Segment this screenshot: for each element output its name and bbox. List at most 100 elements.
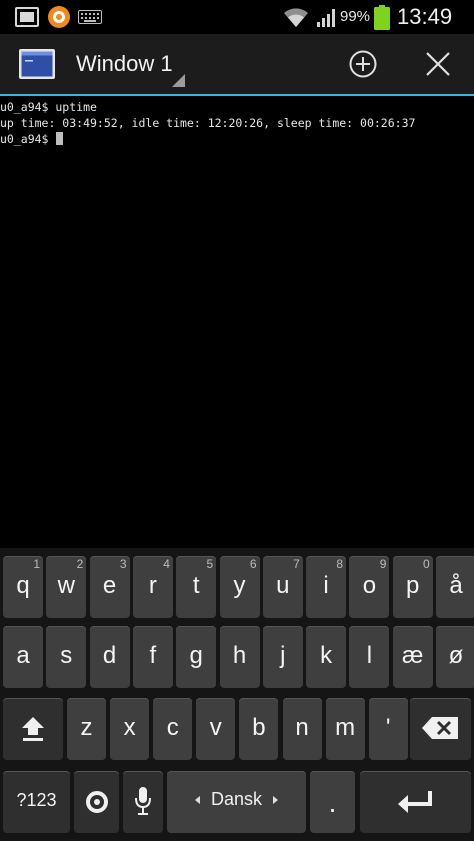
period-key-label: . [328, 787, 337, 818]
key-label: ' [385, 714, 391, 741]
battery-percent: 99% [340, 8, 371, 25]
terminal-line: up time: 03:49:52, idle time: 12:20:26, … [0, 116, 416, 130]
key-s[interactable]: s [46, 626, 87, 688]
key-label: z [80, 714, 93, 741]
key-j[interactable]: j [262, 626, 303, 688]
key-u[interactable]: u7 [262, 556, 303, 618]
terminal-prompt: u0_a94$ [0, 132, 56, 146]
key-b[interactable]: b [239, 698, 279, 760]
shift-icon [22, 717, 44, 741]
window-spinner[interactable]: Window 1 [8, 34, 193, 94]
key-label: q [16, 572, 30, 599]
settings-icon [86, 791, 108, 813]
key-label: v [209, 714, 222, 741]
status-bar-system: 99% 13:49 [0, 0, 474, 34]
key-label: j [280, 642, 286, 669]
key-label: u [276, 572, 290, 599]
key-l[interactable]: l [349, 626, 390, 688]
close-window-button[interactable] [408, 34, 468, 94]
key-label: å [449, 572, 463, 599]
key-q[interactable]: q1 [3, 556, 43, 618]
key-r[interactable]: r4 [132, 556, 173, 618]
key-x[interactable]: x [110, 698, 150, 760]
key-label: y [233, 572, 246, 599]
key-hint: 0 [423, 557, 430, 571]
key-label: p [406, 572, 420, 599]
key-label: w [57, 572, 75, 599]
settings-key[interactable] [74, 771, 119, 833]
key-label: e [102, 572, 117, 599]
key-z[interactable]: z [67, 698, 106, 760]
key-w[interactable]: w2 [46, 556, 87, 618]
key-label: ø [448, 642, 464, 669]
key-g[interactable]: g [176, 626, 217, 688]
wifi-icon [284, 8, 308, 27]
key-label: t [192, 572, 200, 599]
key-'[interactable]: ' [368, 698, 408, 760]
key-hint: 3 [119, 557, 127, 571]
clock: 13:49 [397, 4, 453, 29]
key-hint: 8 [336, 557, 344, 571]
microphone-icon [135, 787, 151, 815]
key-y[interactable]: y6 [219, 556, 260, 618]
key-label: x [123, 714, 136, 741]
key-label: i [323, 572, 329, 599]
key-label: b [252, 714, 266, 741]
add-window-button[interactable] [333, 34, 393, 94]
key-p[interactable]: p0 [392, 556, 433, 618]
key-æ[interactable]: æ [392, 626, 433, 688]
battery-icon [374, 5, 390, 30]
key-hint: 4 [163, 557, 170, 571]
key-label: r [148, 572, 157, 599]
soft-keyboard: ?123 Dansk . q1w2e3r4t5y6u7i8o9p0åasdfgh… [0, 548, 474, 841]
key-n[interactable]: n [282, 698, 322, 760]
key-label: s [60, 642, 73, 669]
key-o[interactable]: o9 [349, 556, 390, 618]
symbols-key-label: ?123 [16, 790, 57, 810]
key-t[interactable]: t5 [176, 556, 217, 618]
terminal-line: u0_a94$ uptime [0, 100, 97, 114]
add-window-icon [349, 50, 377, 78]
window-title: Window 1 [76, 51, 173, 76]
key-e[interactable]: e3 [89, 556, 130, 618]
key-label: o [362, 572, 377, 599]
backspace-icon [422, 717, 458, 739]
key-ø[interactable]: ø [436, 626, 474, 688]
key-c[interactable]: c [153, 698, 193, 760]
terminal-cursor [56, 132, 64, 145]
symbols-key[interactable]: ?123 [3, 771, 70, 833]
terminal-view[interactable]: u0_a94$ uptime up time: 03:49:52, idle t… [0, 96, 474, 548]
key-label: n [295, 714, 309, 741]
key-label: d [102, 642, 117, 669]
space-key-label: Dansk [210, 789, 263, 809]
enter-icon [398, 791, 432, 813]
key-k[interactable]: k [306, 626, 347, 688]
key-label: g [189, 642, 203, 669]
key-label: f [149, 642, 157, 669]
key-v[interactable]: v [196, 698, 236, 760]
status-bar: 99% 13:49 [0, 0, 474, 34]
close-window-icon [426, 52, 450, 76]
key-label: æ [402, 642, 424, 669]
key-m[interactable]: m [325, 698, 365, 760]
key-label: m [335, 714, 356, 741]
shift-key[interactable] [3, 698, 63, 760]
enter-key[interactable] [360, 771, 471, 833]
key-a[interactable]: a [3, 626, 43, 688]
key-f[interactable]: f [132, 626, 173, 688]
language-right-arrow-icon [273, 796, 278, 804]
backspace-key[interactable] [410, 698, 471, 760]
key-hint: 9 [379, 557, 387, 571]
key-å[interactable]: å [436, 556, 474, 618]
terminal-window-icon [19, 49, 55, 79]
signal-icon [317, 9, 335, 27]
key-label: k [320, 642, 333, 669]
key-i[interactable]: i8 [306, 556, 347, 618]
key-label: l [366, 642, 373, 669]
space-key[interactable]: Dansk [167, 771, 306, 833]
key-label: a [16, 642, 30, 669]
voice-input-key[interactable] [123, 771, 163, 833]
key-d[interactable]: d [89, 626, 130, 688]
key-h[interactable]: h [219, 626, 260, 688]
period-key[interactable]: . [310, 771, 355, 833]
